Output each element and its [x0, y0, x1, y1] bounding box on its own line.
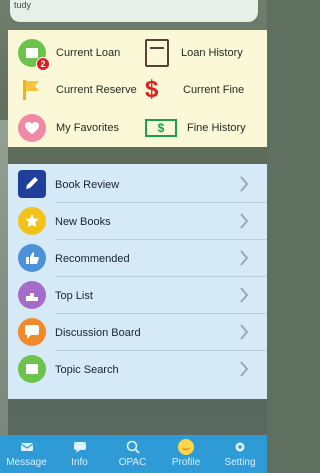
nav-label: Info — [71, 457, 88, 468]
top-search-bar[interactable]: tudy — [10, 0, 258, 22]
thumbs-up-icon — [18, 244, 46, 272]
podium-icon — [18, 281, 46, 309]
quick-links-panel: 2 Current Loan Loan History Current Rese… — [8, 30, 267, 147]
quick-link-label: My Favorites — [56, 122, 119, 134]
list-item-new-books[interactable]: New Books — [8, 203, 267, 240]
money-icon: $ — [145, 119, 177, 137]
quick-link-current-loan[interactable]: 2 Current Loan — [18, 38, 121, 71]
bottom-navigation: Message Info OPAC Profile Setting — [0, 435, 267, 473]
quick-link-my-favorites[interactable]: My Favorites — [18, 113, 119, 143]
quick-link-label: Fine History — [187, 122, 246, 134]
list-item-label: New Books — [55, 215, 111, 228]
top-cut-text: tudy — [14, 0, 32, 10]
menu-list: Book Review New Books Recommended Top Li… — [8, 164, 267, 399]
quick-link-current-fine[interactable]: $ Current Fine — [145, 75, 244, 105]
list-item-label: Book Review — [55, 178, 120, 191]
quick-link-label: Current Fine — [183, 84, 245, 96]
heart-icon — [18, 114, 46, 142]
quick-link-loan-history[interactable]: Loan History — [145, 38, 243, 68]
nav-label: Profile — [171, 457, 201, 468]
chat-icon — [72, 439, 88, 455]
chevron-right-icon — [240, 213, 249, 229]
smile-icon — [178, 439, 194, 455]
chevron-right-icon — [240, 361, 249, 377]
quick-link-current-reserve[interactable]: Current Reserve — [18, 75, 137, 105]
ledger-icon — [145, 39, 169, 67]
nav-setting[interactable]: Setting — [213, 435, 267, 473]
loan-count-badge: 2 — [36, 57, 50, 71]
gear-icon — [232, 439, 248, 455]
open-book-icon — [18, 355, 46, 383]
list-item-book-review[interactable]: Book Review — [8, 166, 267, 203]
nav-opac[interactable]: OPAC — [106, 435, 159, 473]
quick-link-label: Current Loan — [56, 47, 121, 59]
list-item-discussion-board[interactable]: Discussion Board — [8, 314, 267, 351]
quick-link-label: Current Reserve — [56, 84, 137, 96]
list-item-label: Discussion Board — [55, 326, 141, 339]
chevron-right-icon — [240, 250, 249, 266]
nav-message[interactable]: Message — [0, 435, 53, 473]
book-icon: 2 — [18, 39, 50, 71]
nav-label: Setting — [224, 457, 256, 468]
mail-icon — [19, 439, 35, 455]
flag-icon — [18, 76, 46, 104]
list-item-topic-search[interactable]: Topic Search — [8, 351, 267, 388]
nav-label: Message — [6, 457, 47, 468]
list-item-recommended[interactable]: Recommended — [8, 240, 267, 277]
chevron-right-icon — [240, 176, 249, 192]
pen-icon — [18, 170, 46, 198]
chevron-right-icon — [240, 287, 249, 303]
list-item-top-list[interactable]: Top List — [8, 277, 267, 314]
nav-info[interactable]: Info — [53, 435, 106, 473]
quick-link-label: Loan History — [181, 47, 243, 59]
quick-link-fine-history[interactable]: $ Fine History — [145, 113, 246, 143]
list-item-label: Top List — [55, 289, 93, 302]
star-icon — [18, 207, 46, 235]
search-icon — [125, 439, 141, 455]
list-item-label: Topic Search — [55, 363, 119, 376]
nav-profile[interactable]: Profile — [159, 435, 213, 473]
nav-label: OPAC — [118, 457, 147, 468]
list-item-label: Recommended — [55, 252, 130, 265]
background-decoration — [0, 120, 8, 440]
speech-bubble-icon — [18, 318, 46, 346]
dollar-icon: $ — [145, 76, 159, 103]
chevron-right-icon — [240, 324, 249, 340]
